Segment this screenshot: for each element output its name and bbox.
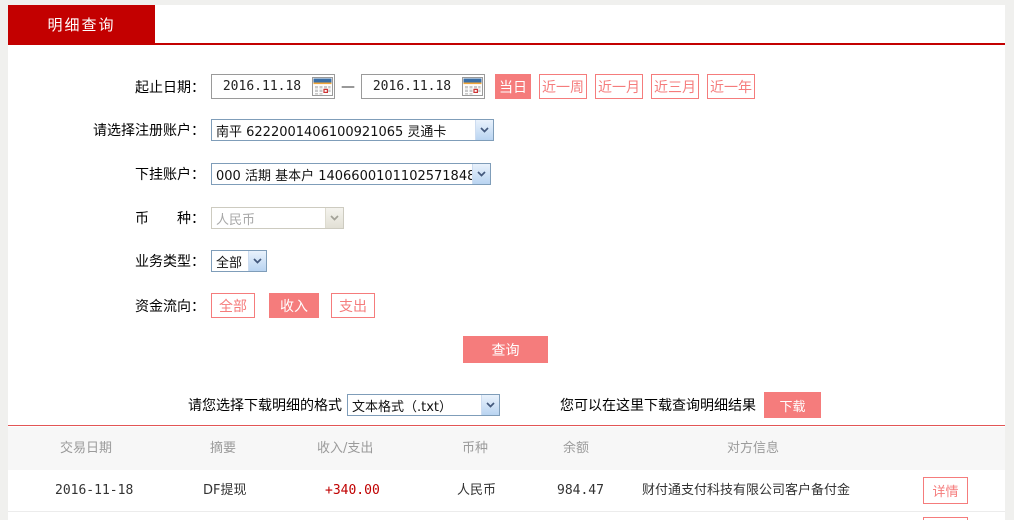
register-account-label: 请选择注册账户： [93,123,205,139]
tab-underline [8,43,1005,45]
fund-flow-all-button[interactable]: 全部 [211,293,255,318]
query-button[interactable]: 查询 [463,336,548,363]
sub-account-label: 下挂账户： [135,167,205,183]
currency-select: 人民币 [211,207,344,229]
sub-account-value: 000 活期 基本户 1406600101102571848 [216,168,472,184]
date-range-row: 起止日期： 2016.11.18 — 2016.11.18 当日 近一周 近一月… [8,74,755,99]
sub-account-select[interactable]: 000 活期 基本户 1406600101102571848 [211,163,491,185]
download-format-value: 文本格式（.txt） [352,399,453,415]
quick-range-month-button[interactable]: 近一月 [595,74,643,99]
register-account-select[interactable]: 南平 6222001406100921065 灵通卡 [211,119,494,141]
business-type-select[interactable]: 全部 [211,250,267,272]
header-counterparty: 对方信息 [727,441,780,456]
detail-button[interactable]: 详情 [923,477,968,504]
calendar-icon[interactable] [462,77,483,96]
end-date-input[interactable]: 2016.11.18 [361,74,485,99]
chevron-down-icon [325,208,343,228]
business-type-value: 全部 [216,255,243,271]
table-header: 交易日期 摘要 收入/支出 币种 余额 对方信息 [8,427,1005,471]
business-type-label: 业务类型： [135,254,205,270]
download-format-select[interactable]: 文本格式（.txt） [347,394,500,416]
fund-flow-income-button[interactable]: 收入 [269,293,319,318]
tab-label: 明细查询 [47,15,116,34]
business-type-row: 业务类型： 全部 [8,250,267,272]
header-summary: 摘要 [210,441,237,456]
cell-currency: 人民币 [457,483,497,498]
currency-value: 人民币 [216,212,256,228]
chevron-down-icon [472,164,490,184]
fund-flow-expense-button[interactable]: 支出 [331,293,375,318]
cell-trade-date: 2016-11-18 [55,483,134,498]
date-separator: — [341,78,355,95]
end-date-value: 2016.11.18 [372,79,452,94]
calendar-icon[interactable] [312,77,333,96]
header-trade-date: 交易日期 [60,441,113,456]
quick-range-quarter-button[interactable]: 近三月 [651,74,699,99]
quick-range-week-button[interactable]: 近一周 [539,74,587,99]
currency-label: 币 种： [135,211,205,227]
fund-flow-row: 资金流向： 全部 收入 支出 [8,293,375,318]
cell-balance: 984.47 [557,483,604,498]
table-top-separator [8,425,1005,426]
chevron-down-icon [475,120,493,140]
currency-row: 币 种： 人民币 [8,207,344,229]
header-income-expense: 收入/支出 [317,441,374,456]
chevron-down-icon [248,251,266,271]
download-hint: 您可以在这里下载查询明细结果 [560,398,756,414]
download-format-label: 请您选择下载明细的格式 [188,398,342,414]
start-date-input[interactable]: 2016.11.18 [211,74,335,99]
quick-range-today-button[interactable]: 当日 [495,74,531,99]
table-row: 2016-11-18 DF提现 +340.00 人民币 984.47 财付通支付… [8,470,1005,512]
sub-account-row: 下挂账户： 000 活期 基本户 1406600101102571848 [8,163,491,185]
register-account-row: 请选择注册账户： 南平 6222001406100921065 灵通卡 [8,119,494,141]
quick-range-year-button[interactable]: 近一年 [707,74,755,99]
date-range-label: 起止日期： [135,79,205,96]
chevron-down-icon [481,395,499,415]
cell-summary: DF提现 [203,483,247,498]
header-currency: 币种 [462,441,489,456]
table-row-partial: 详情 [8,512,1005,520]
cell-counterparty: 财付通支付科技有限公司客户备付金 [642,483,851,498]
header-balance: 余额 [563,441,590,456]
tab-detail-query[interactable]: 明细查询 [8,5,155,43]
download-row: 请您选择下载明细的格式 文本格式（.txt） 您可以在这里下载查询明细结果 下载 [0,392,1014,418]
download-button[interactable]: 下载 [764,392,821,418]
register-account-value: 南平 6222001406100921065 灵通卡 [216,124,447,140]
start-date-value: 2016.11.18 [222,79,302,94]
cell-amount: +340.00 [325,483,380,498]
detail-query-page: 明细查询 起止日期： 2016.11.18 — 2016.11.18 当日 近一… [0,0,1014,520]
fund-flow-label: 资金流向： [135,298,205,315]
